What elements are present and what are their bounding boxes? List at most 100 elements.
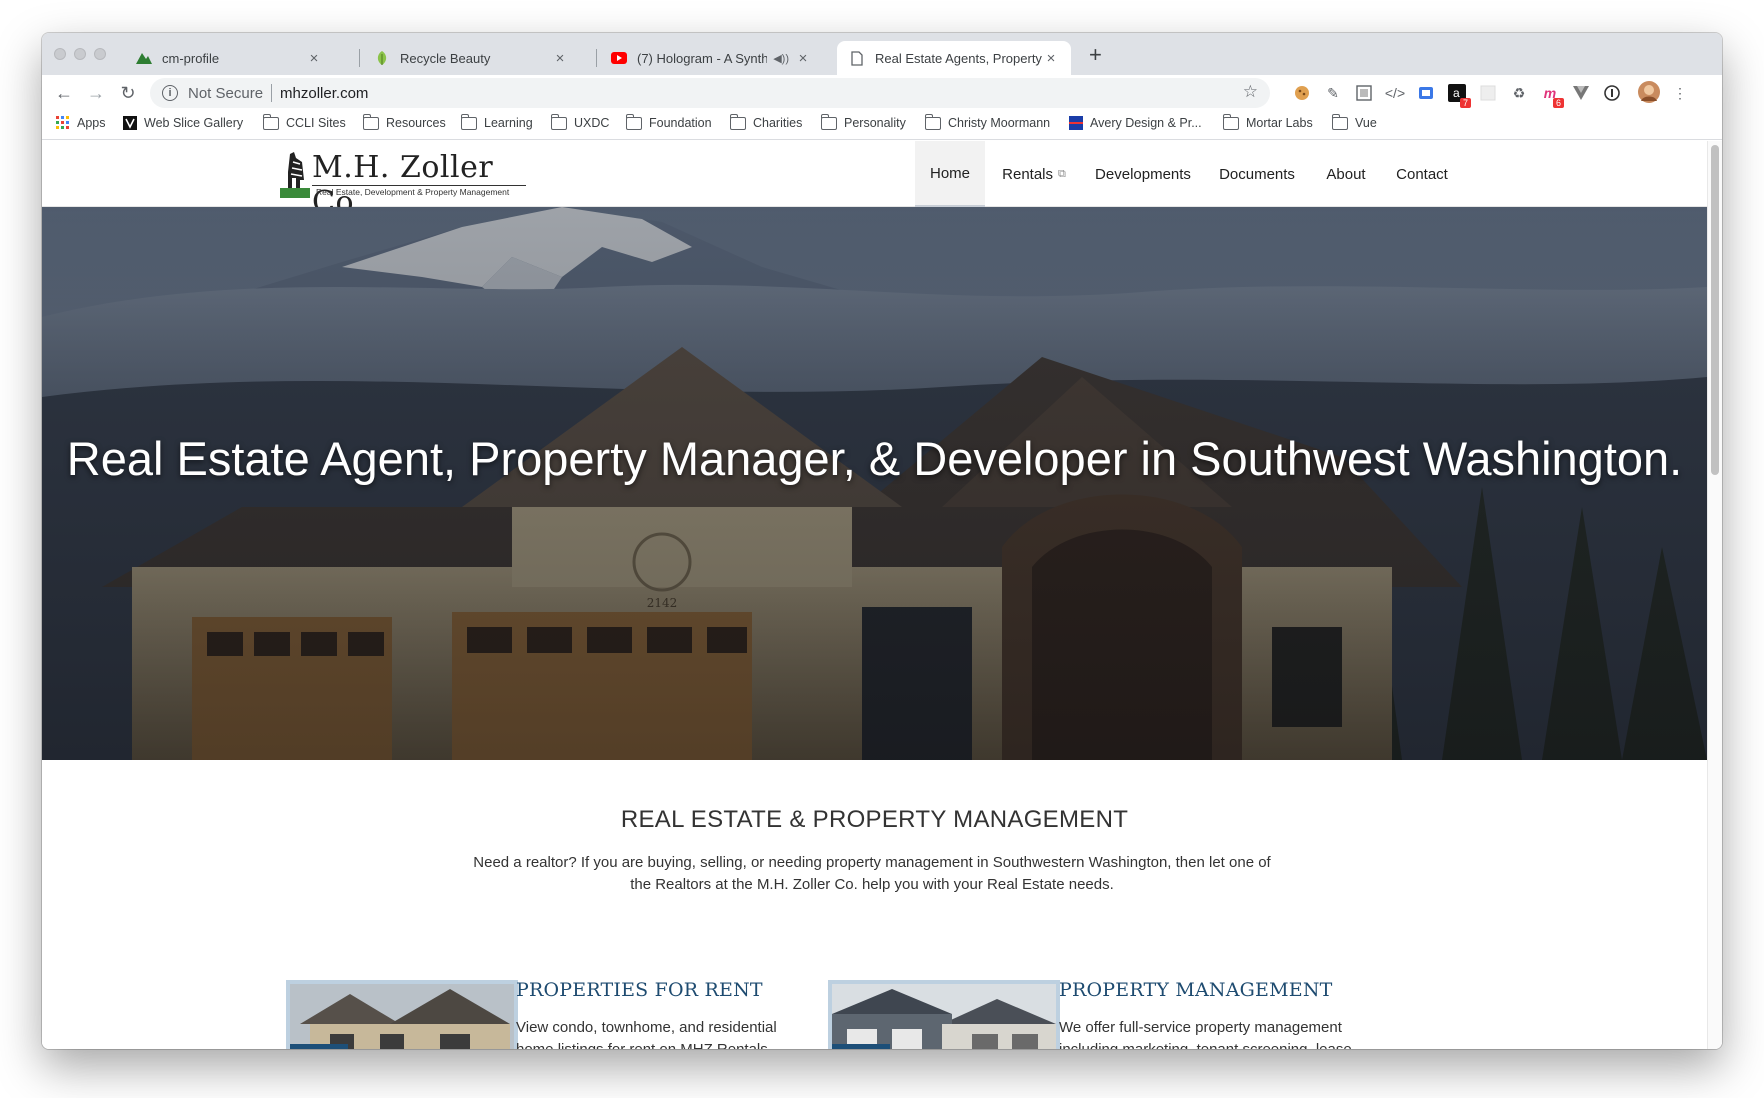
chrome-menu-icon[interactable]: ⋮ [1670, 83, 1690, 103]
nav-contact[interactable]: Contact [1381, 141, 1463, 207]
nav-label: Documents [1219, 165, 1295, 183]
eraser-extension-icon[interactable]: ✎ [1323, 83, 1343, 103]
screen-extension-icon[interactable] [1416, 83, 1436, 103]
folder-icon [550, 113, 567, 130]
folder-icon [362, 113, 379, 130]
rent-card-title[interactable]: PROPERTIES FOR RENT [516, 979, 763, 1001]
address-bar[interactable]: i Not Secure mhzoller.com ☆ [150, 78, 1270, 108]
browser-toolbar: ← → ↻ i Not Secure mhzoller.com ☆ ✎ </> … [42, 75, 1722, 112]
mortar-badge: 6 [1552, 98, 1564, 108]
folder-icon [1331, 113, 1348, 130]
amazon-extension-icon[interactable]: a 7 [1447, 83, 1471, 108]
folder-icon [820, 113, 837, 130]
tab-real-estate-agents[interactable]: Real Estate Agents, Property M × [837, 41, 1071, 75]
rental-house-photo [290, 984, 514, 1049]
bookmark-uxdc[interactable]: UXDC [550, 113, 610, 130]
new-tab-button[interactable]: + [1089, 44, 1102, 66]
page-scrollbar[interactable] [1707, 141, 1722, 1049]
bookmark-charities[interactable]: Charities [729, 113, 802, 130]
web-slice-icon [123, 116, 137, 130]
nav-about[interactable]: About [1311, 141, 1381, 207]
cookie-extension-icon[interactable] [1292, 83, 1312, 103]
house-outline-icon [290, 1044, 348, 1049]
nav-label: About [1326, 165, 1366, 183]
bookmark-learning[interactable]: Learning [460, 113, 533, 130]
tab-hologram[interactable]: (7) Hologram - A Synthwav ◀)) × [599, 41, 823, 75]
nav-developments[interactable]: Developments [1083, 141, 1203, 207]
minimize-window-button[interactable] [74, 48, 86, 60]
nav-documents[interactable]: Documents [1203, 141, 1311, 207]
bookmarks-bar: Apps Web Slice Gallery CCLI Sites Resour… [42, 112, 1722, 140]
close-icon[interactable]: × [552, 50, 568, 67]
bookmark-label: Resources [386, 116, 446, 130]
bookmark-avery-design[interactable]: Avery Design & Pr... [1069, 116, 1202, 130]
nav-home[interactable]: Home [915, 141, 985, 207]
security-status[interactable]: Not Secure [188, 85, 263, 102]
speaker-icon[interactable]: ◀)) [773, 52, 789, 65]
townhome-photo [832, 984, 1056, 1049]
nav-label: Developments [1095, 165, 1191, 183]
section-title: REAL ESTATE & PROPERTY MANAGEMENT [620, 806, 1129, 833]
profile-avatar[interactable] [1638, 81, 1660, 103]
tab-strip: cm-profile × Recycle Beauty × (7) Hologr… [42, 33, 1722, 75]
tab-title: cm-profile [162, 50, 220, 66]
amazon-badge: 7 [1459, 98, 1471, 108]
site-logo[interactable]: M.H. Zoller Co. Real Estate, Development… [280, 150, 526, 220]
close-window-button[interactable] [54, 48, 66, 60]
blank-extension-icon[interactable] [1478, 83, 1498, 103]
info-icon[interactable]: i [162, 85, 178, 101]
bookmark-christy-moormann[interactable]: Christy Moormann [924, 113, 1051, 130]
onepassword-extension-icon[interactable] [1602, 83, 1622, 103]
folder-icon [729, 113, 746, 130]
bookmark-resources[interactable]: Resources [362, 113, 446, 130]
tab-title: (7) Hologram - A Synthwav [637, 50, 768, 66]
bookmark-vue[interactable]: Vue [1331, 113, 1377, 130]
leaf-icon [374, 50, 390, 66]
code-extension-icon[interactable]: </> [1385, 83, 1405, 103]
nav-rentals[interactable]: Rentals ⧉ [985, 141, 1083, 207]
close-icon[interactable]: × [1043, 50, 1059, 67]
vuejs-extension-icon[interactable] [1571, 83, 1591, 103]
folder-icon [1222, 113, 1239, 130]
hero-banner: 2142 Real Estate Agent, Property Manager… [42, 207, 1707, 760]
bookmark-mortar-labs[interactable]: Mortar Labs [1222, 113, 1313, 130]
mortar-extension-icon[interactable]: m 6 [1540, 83, 1564, 108]
tab-title: Real Estate Agents, Property M [875, 50, 1043, 66]
close-icon[interactable]: × [795, 50, 811, 67]
management-card-text: We offer full-service property managemen… [1059, 1019, 1352, 1049]
tab-cm-profile[interactable]: cm-profile × [124, 41, 334, 75]
forward-arrow-icon[interactable]: → [84, 81, 108, 105]
clipboard-icon [832, 1044, 890, 1049]
bookmark-label: Christy Moormann [948, 116, 1051, 130]
bookmark-apps[interactable]: Apps [56, 116, 106, 130]
frame-extension-icon[interactable] [1354, 83, 1374, 103]
rent-card-image[interactable] [286, 980, 518, 1049]
bookmark-star-icon[interactable]: ☆ [1243, 82, 1258, 102]
close-icon[interactable]: × [306, 50, 322, 67]
address-divider [271, 84, 273, 102]
tab-recycle-beauty[interactable]: Recycle Beauty × [362, 41, 580, 75]
management-card-title[interactable]: PROPERTY MANAGEMENT [1059, 979, 1333, 1001]
scrollbar-thumb[interactable] [1711, 145, 1719, 475]
bookmark-foundation[interactable]: Foundation [625, 113, 712, 130]
bookmark-label: Web Slice Gallery [144, 116, 244, 130]
bookmark-ccli-sites[interactable]: CCLI Sites [262, 113, 346, 130]
recycle-extension-icon[interactable]: ♻ [1509, 83, 1529, 103]
bookmark-personality[interactable]: Personality [820, 113, 906, 130]
hero-title: Real Estate Agent, Property Manager, & D… [66, 432, 1683, 485]
bookmark-label: UXDC [574, 116, 610, 130]
bookmark-label: Learning [484, 116, 533, 130]
management-card-image[interactable] [828, 980, 1060, 1049]
reload-icon[interactable]: ↻ [116, 81, 140, 105]
svg-text:a: a [1453, 86, 1460, 100]
bookmark-web-slice-gallery[interactable]: Web Slice Gallery [123, 116, 243, 130]
bookmark-label: Foundation [649, 116, 712, 130]
back-arrow-icon[interactable]: ← [52, 81, 76, 105]
bookmark-label: Mortar Labs [1246, 116, 1313, 130]
page-icon [849, 50, 865, 66]
url-text[interactable]: mhzoller.com [280, 85, 368, 102]
maximize-window-button[interactable] [94, 48, 106, 60]
page-viewport: M.H. Zoller Co. Real Estate, Development… [42, 141, 1722, 1049]
bookmark-label: Avery Design & Pr... [1090, 116, 1202, 130]
tab-title: Recycle Beauty [400, 50, 491, 66]
